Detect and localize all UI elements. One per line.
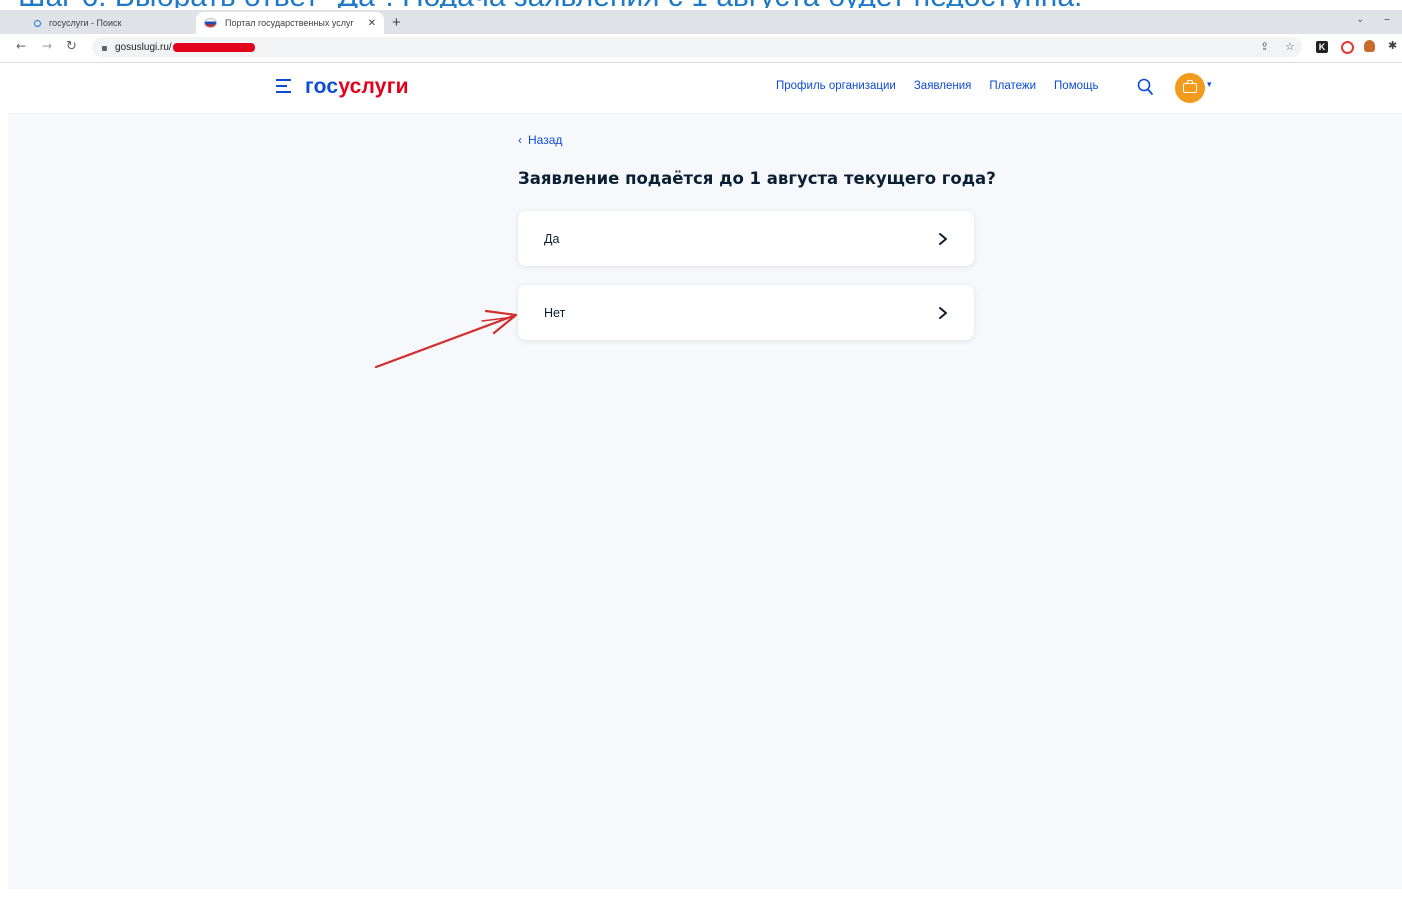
tab-title: Портал государственных услуг [225, 18, 354, 28]
extension-k-icon[interactable]: K [1316, 41, 1328, 53]
gosuslugi-logo[interactable]: госуслуги [305, 75, 409, 99]
back-link[interactable]: ‹ Назад [518, 133, 562, 147]
tab-strip: госуслуги - Поиск ✕ Портал государственн… [0, 10, 1402, 34]
nav-help[interactable]: Помощь [1054, 80, 1098, 92]
site-header: госуслуги Профиль организации Заявления … [8, 63, 1402, 114]
lock-icon [102, 45, 107, 51]
browser-toolbar: ← → ↻ gosuslugi.ru/ ⇪ ☆ K ✱ [0, 34, 1402, 63]
new-tab-button[interactable]: + [392, 14, 401, 31]
redaction-mark [172, 42, 255, 52]
answer-option-no[interactable]: Нет [518, 285, 974, 340]
nav-payments[interactable]: Платежи [989, 80, 1036, 92]
answer-option-yes[interactable]: Да [518, 211, 974, 266]
browser-chrome: госуслуги - Поиск ✕ Портал государственн… [0, 10, 1402, 63]
back-arrow-icon[interactable]: ← [16, 39, 26, 53]
nav-org-profile[interactable]: Профиль организации [776, 80, 896, 92]
organization-avatar[interactable] [1175, 73, 1205, 103]
extensions-puzzle-icon[interactable]: ✱ [1388, 39, 1397, 52]
top-nav: Профиль организации Заявления Платежи По… [776, 80, 1098, 92]
url-text: gosuslugi.ru/ [115, 41, 172, 53]
chevron-right-icon [939, 306, 947, 319]
hamburger-menu-icon[interactable] [276, 79, 292, 93]
instruction-caption: Шаг 6. Выбрать ответ "Да". Подача заявле… [18, 0, 1378, 8]
search-favicon-icon [34, 19, 41, 27]
close-tab-icon[interactable]: ✕ [368, 18, 376, 29]
option-label: Нет [544, 305, 566, 320]
extension-avatar-icon[interactable] [1364, 40, 1375, 52]
annotation-arrow-icon [374, 309, 518, 369]
tab-title: госуслуги - Поиск [49, 18, 122, 28]
question-title: Заявление подаётся до 1 августа текущего… [518, 169, 996, 188]
share-icon[interactable]: ⇪ [1260, 40, 1269, 53]
page-content: госуслуги Профиль организации Заявления … [8, 63, 1402, 889]
chevron-right-icon [939, 232, 947, 245]
bookmark-star-icon[interactable]: ☆ [1285, 40, 1295, 53]
chevron-left-icon: ‹ [518, 133, 522, 147]
tab-search-chevron-icon[interactable]: ⌄ [1356, 14, 1364, 25]
reload-icon[interactable]: ↻ [66, 39, 77, 54]
chevron-down-icon[interactable]: ▾ [1207, 80, 1212, 90]
browser-tab-search[interactable]: госуслуги - Поиск ✕ [26, 12, 214, 34]
option-label: Да [544, 231, 560, 246]
extension-timer-icon[interactable] [1341, 41, 1354, 54]
browser-tab-gosuslugi[interactable]: Портал государственных услуг ✕ [196, 12, 384, 34]
flag-favicon-icon [204, 18, 217, 28]
forward-arrow-icon[interactable]: → [42, 39, 52, 53]
search-icon[interactable] [1137, 78, 1153, 96]
minimize-window-icon[interactable]: – [1384, 12, 1390, 26]
address-bar[interactable]: gosuslugi.ru/ [92, 37, 1302, 57]
nav-applications[interactable]: Заявления [914, 80, 972, 92]
